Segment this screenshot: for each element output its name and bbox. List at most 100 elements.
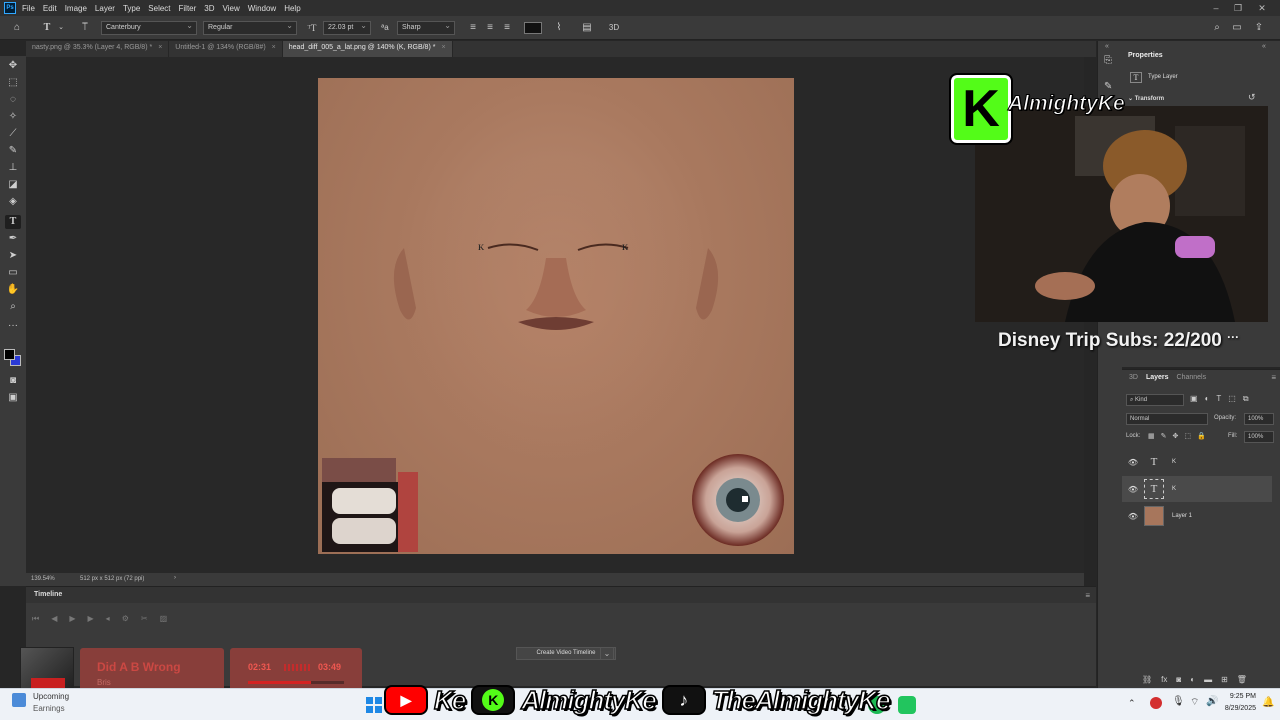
menu-layer[interactable]: Layer	[95, 4, 115, 13]
filter-type-icon[interactable]: T	[1216, 394, 1221, 404]
chevron-down-icon[interactable]: ⌄	[54, 20, 68, 36]
paint-bucket-tool-icon[interactable]: ◈	[5, 195, 21, 209]
workspace-icon[interactable]: ▭	[1230, 20, 1244, 36]
close-icon[interactable]: ×	[158, 44, 162, 51]
settings-gear-icon[interactable]: ⚙	[122, 614, 129, 624]
eye-icon[interactable]: 👁	[1122, 485, 1144, 494]
restore-icon[interactable]: ❐	[1228, 0, 1248, 16]
menu-image[interactable]: Image	[65, 4, 87, 13]
wifi-icon[interactable]: ⌔	[1190, 696, 1199, 709]
filter-adjustment-icon[interactable]: ◐	[1205, 394, 1210, 404]
menu-select[interactable]: Select	[148, 4, 170, 13]
lock-artboard-icon[interactable]: ⬚	[1184, 432, 1191, 440]
collapse-icon[interactable]: «	[1105, 43, 1109, 50]
share-icon[interactable]: ⇪	[1252, 20, 1266, 36]
link-icon[interactable]: ⛓	[1142, 675, 1152, 684]
minimize-icon[interactable]: –	[1206, 0, 1226, 16]
opacity-field[interactable]: 100%	[1244, 413, 1274, 425]
menu-file[interactable]: File	[22, 4, 35, 13]
menu-filter[interactable]: Filter	[179, 4, 197, 13]
tab-layers[interactable]: Layers	[1146, 374, 1169, 381]
group-folder-icon[interactable]: ▬	[1204, 675, 1212, 684]
filter-shape-icon[interactable]: ⬚	[1228, 394, 1236, 404]
panel-menu-icon[interactable]: ≡	[1271, 373, 1276, 382]
previous-frame-icon[interactable]: ◀	[51, 614, 57, 624]
first-frame-icon[interactable]: ⏮	[32, 614, 39, 624]
eye-icon[interactable]: 👁	[1122, 458, 1144, 467]
search-icon[interactable]: ⌕	[1210, 20, 1224, 36]
transform-section[interactable]: ⌄ Transform	[1128, 95, 1164, 102]
zoom-tool-icon[interactable]: ⌕	[5, 300, 21, 314]
audio-icon[interactable]: ◂	[106, 614, 110, 624]
quick-mask-icon[interactable]: ◙	[5, 374, 21, 388]
blend-mode-select[interactable]: Normal	[1126, 413, 1208, 425]
transition-icon[interactable]: ▨	[160, 614, 168, 624]
fill-field[interactable]: 100%	[1244, 431, 1274, 443]
layer-row[interactable]: 👁 Layer 1	[1122, 503, 1272, 529]
chevron-right-icon[interactable]: ›	[174, 575, 176, 581]
weather-widget-icon[interactable]	[12, 693, 26, 707]
font-family-select[interactable]: Canterbury	[101, 21, 197, 35]
more-tools-icon[interactable]: ···	[5, 319, 21, 333]
text-orientation-icon[interactable]: ⟙	[78, 20, 92, 36]
menu-edit[interactable]: Edit	[43, 4, 57, 13]
adjustment-icon[interactable]: ◐	[1190, 675, 1195, 684]
new-layer-icon[interactable]: ⊞	[1221, 675, 1228, 684]
clock-date[interactable]: 8/29/2025	[1222, 705, 1256, 712]
brush-tool-icon[interactable]: ✎	[5, 144, 21, 158]
character-panel-icon[interactable]: ▤	[580, 20, 594, 36]
photoshop-logo-icon[interactable]: Ps	[4, 2, 16, 14]
filter-pixel-icon[interactable]: ▣	[1190, 394, 1198, 404]
brush-settings-icon[interactable]: ✎	[1104, 81, 1112, 92]
split-scissors-icon[interactable]: ✂	[141, 614, 148, 624]
document-canvas[interactable]: ᴋ ᴋ	[318, 78, 794, 554]
close-icon[interactable]: ×	[272, 44, 276, 51]
align-center-icon[interactable]: ≡	[483, 20, 497, 36]
layer-filter-kind-select[interactable]: ⌕ Kind	[1126, 394, 1184, 406]
tab-nasty[interactable]: nasty.png @ 35.3% (Layer 4, RGB/8) * ×	[26, 41, 170, 57]
font-style-select[interactable]: Regular	[203, 21, 297, 35]
pen-tool-icon[interactable]: ✒	[5, 232, 21, 246]
zoom-level[interactable]: 139.54%	[31, 576, 55, 582]
menu-window[interactable]: Window	[248, 4, 276, 13]
marquee-tool-icon[interactable]: ⬚	[5, 76, 21, 90]
screen-mode-icon[interactable]: ▣	[5, 391, 21, 405]
chevron-up-icon[interactable]: ⌃	[1128, 698, 1136, 709]
3d-button[interactable]: 3D	[604, 20, 624, 36]
lock-all-icon[interactable]: 🔒	[1197, 432, 1206, 440]
eraser-tool-icon[interactable]: ◪	[5, 178, 21, 192]
align-left-icon[interactable]: ≡	[466, 20, 480, 36]
notifications-icon[interactable]: 🔔	[1262, 697, 1274, 708]
windows-start-icon[interactable]	[366, 697, 382, 713]
tab-channels[interactable]: Channels	[1177, 374, 1207, 381]
lock-transparent-icon[interactable]: ▦	[1148, 432, 1155, 440]
menu-help[interactable]: Help	[284, 4, 300, 13]
layer-row[interactable]: 👁 T K	[1122, 449, 1272, 475]
panel-menu-icon[interactable]: ≡	[1085, 591, 1090, 600]
type-tool-icon[interactable]: T	[5, 215, 21, 229]
tray-app-icon[interactable]	[1150, 697, 1162, 709]
foreground-color-swatch[interactable]	[4, 349, 15, 360]
lasso-tool-icon[interactable]: ◌	[5, 93, 21, 107]
close-icon[interactable]: ✕	[1252, 0, 1272, 16]
history-icon[interactable]: ⎘	[1104, 55, 1112, 66]
trash-icon[interactable]: 🗑	[1237, 675, 1247, 684]
menu-3d[interactable]: 3D	[204, 4, 214, 13]
antialias-select[interactable]: Sharp	[397, 21, 455, 35]
tab-untitled[interactable]: Untitled-1 @ 134% (RGB/8#) ×	[169, 41, 283, 57]
type-tool-preset-icon[interactable]: T	[40, 20, 54, 36]
text-color-swatch[interactable]	[524, 22, 542, 34]
eye-icon[interactable]: 👁	[1122, 512, 1144, 521]
app-icon[interactable]	[898, 696, 916, 714]
rectangle-tool-icon[interactable]: ▭	[5, 266, 21, 280]
warp-text-icon[interactable]: ⌇	[552, 20, 566, 36]
home-icon[interactable]: ⌂	[10, 20, 24, 36]
font-size-select[interactable]: 22.03 pt	[323, 21, 371, 35]
filter-smart-icon[interactable]: ⧉	[1243, 394, 1249, 404]
align-right-icon[interactable]: ≡	[500, 20, 514, 36]
menu-view[interactable]: View	[223, 4, 240, 13]
path-selection-tool-icon[interactable]: ➤	[5, 249, 21, 263]
fx-icon[interactable]: fx	[1161, 675, 1167, 684]
play-icon[interactable]: ▶	[69, 614, 75, 624]
stamp-tool-icon[interactable]: ⊥	[5, 161, 21, 175]
